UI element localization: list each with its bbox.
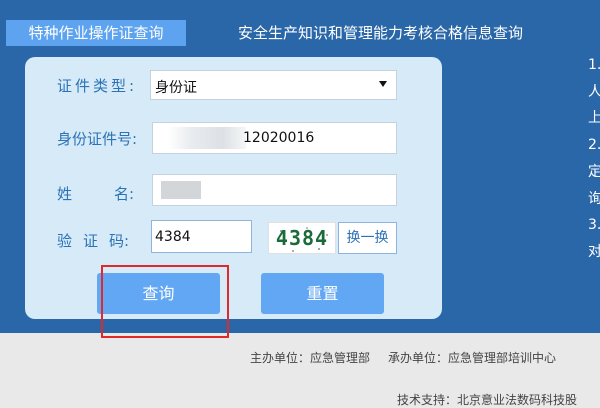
code-label-part-1: 验 — [57, 232, 73, 250]
id-number-input[interactable]: 12020016 — [152, 122, 397, 154]
chevron-down-icon — [379, 81, 387, 87]
verification-code-input[interactable]: 4384 — [151, 220, 252, 253]
certificate-type-select[interactable]: 身份证 — [150, 70, 397, 100]
id-number-value: 12020016 — [243, 130, 315, 146]
redacted-blur — [161, 181, 201, 199]
footer-host: 主办单位：应急管理部 — [250, 351, 371, 365]
name-label-part-1: 姓 — [57, 185, 73, 203]
highlight-box — [101, 265, 229, 338]
name-input[interactable] — [152, 174, 397, 206]
certificate-type-label: 证件类型: — [57, 77, 138, 95]
captcha-image: 4384 — [268, 222, 336, 254]
footer-organizations: 主办单位：应急管理部 承办单位：应急管理部培训中心 — [250, 349, 556, 366]
tab-special-operation-certificate[interactable]: 特种作业操作证查询 — [6, 20, 186, 46]
verification-code-label: 验证码: — [57, 230, 129, 251]
id-number-label: 身份证件号: — [57, 130, 138, 148]
certificate-type-value: 身份证 — [155, 80, 197, 96]
redacted-blur — [168, 127, 246, 149]
footer-tech-support: 技术支持：北京意业法数码科技股 — [397, 393, 578, 407]
refresh-captcha-button[interactable]: 换一换 — [338, 222, 397, 254]
reset-button[interactable]: 重置 — [261, 273, 384, 314]
code-label-part-3: 码: — [109, 232, 130, 250]
tab-safety-knowledge-qualification[interactable]: 安全生产知识和管理能力考核合格信息查询 — [238, 20, 523, 46]
verification-code-value: 4384 — [155, 229, 191, 245]
code-label-part-2: 证 — [83, 232, 99, 250]
name-label: 姓 名: — [57, 183, 134, 204]
tab-bar: 特种作业操作证查询 安全生产知识和管理能力考核合格信息查询 — [0, 20, 600, 46]
captcha-text: 4384 — [275, 226, 329, 250]
instructions-text: 1. 人 上 2. 定 询 3. 对 — [588, 57, 600, 260]
footer-organizer: 承办单位：应急管理部培训中心 — [388, 351, 557, 365]
name-label-part-2: 名: — [114, 185, 135, 203]
